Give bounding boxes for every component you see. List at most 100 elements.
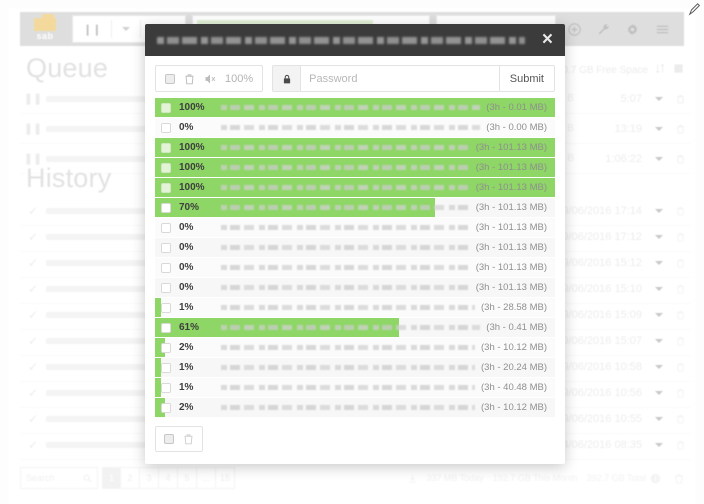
pause-button[interactable]: ❙❙ [73,16,111,42]
row-menu-button[interactable] [648,208,670,213]
file-percent: 1% [179,362,194,373]
file-row[interactable]: 100% (3h - 101.13 MB) [155,158,555,177]
delete-row-button[interactable] [670,206,690,216]
close-icon[interactable]: × [542,30,553,49]
file-checkbox[interactable] [161,122,171,133]
volume-icon[interactable] [204,73,216,85]
file-row[interactable]: 1% (3h - 20.24 MB) [155,358,555,377]
wrench-icon[interactable] [597,23,610,36]
pause-dropdown-button[interactable] [112,16,140,42]
file-row[interactable]: 0% (3h - 101.13 MB) [155,238,555,257]
row-menu-button[interactable] [648,260,670,265]
page-button-1[interactable]: 1 [102,467,121,489]
delete-row-button[interactable] [670,124,690,134]
row-menu-button[interactable] [648,96,670,101]
delete-row-button[interactable] [670,232,690,242]
file-checkbox[interactable] [161,402,171,413]
file-checkbox[interactable] [161,222,171,233]
file-checkbox[interactable] [161,162,171,173]
row-menu-button[interactable] [648,364,670,369]
sort-icon[interactable] [655,63,666,74]
page-button-5[interactable]: 5 [178,467,197,489]
file-row[interactable]: 70% (3h - 101.13 MB) [155,198,555,217]
delete-row-button[interactable] [670,336,690,346]
search-input[interactable]: Search [20,467,98,489]
delete-row-button[interactable] [670,284,690,294]
file-row[interactable]: 0% (3h - 101.13 MB) [155,258,555,277]
delete-row-button[interactable] [670,362,690,372]
row-menu-button[interactable] [648,234,670,239]
file-name [221,345,475,350]
file-checkbox[interactable] [161,322,171,333]
file-row[interactable]: 100% (3h - 101.13 MB) [155,178,555,197]
checkbox-icon[interactable] [164,434,175,444]
file-checkbox[interactable] [161,302,171,313]
file-name [221,125,481,130]
list-view-icon[interactable] [673,63,684,74]
file-checkbox[interactable] [161,262,171,273]
file-meta: (3h - 0.01 MB) [486,102,547,113]
delete-row-button[interactable] [670,414,690,424]
file-checkbox[interactable] [161,202,171,213]
completed-check-icon: ✓ [27,229,39,244]
file-checkbox[interactable] [161,142,171,153]
history-item-date: 09/06/2016 10:55 [556,412,642,425]
file-checkbox[interactable] [161,282,171,293]
delete-row-button[interactable] [670,154,690,164]
info-icon[interactable] [650,473,661,484]
file-checkbox[interactable] [161,362,171,373]
delete-row-button[interactable] [670,388,690,398]
file-meta: (3h - 10.12 MB) [481,342,547,353]
file-row[interactable]: 61% (3h - 0.41 MB) [155,318,555,337]
pause-row-icon[interactable]: ❚❚ [20,92,46,105]
history-item-date: 09/06/2016 15:09 [556,308,642,321]
add-icon[interactable] [568,22,581,36]
file-row[interactable]: 1% (3h - 28.58 MB) [155,298,555,317]
page-button-2[interactable]: 2 [121,467,140,489]
row-menu-button[interactable] [648,390,670,395]
file-row[interactable]: 100% (3h - 0.01 MB) [155,98,555,117]
trash-icon[interactable] [184,73,195,85]
menu-icon[interactable] [655,23,670,36]
file-percent: 1% [179,382,194,393]
file-meta: (3h - 101.13 MB) [475,242,547,253]
row-menu-button[interactable] [648,126,670,131]
submit-button[interactable]: Submit [498,65,555,92]
delete-row-button[interactable] [670,440,690,450]
file-row[interactable]: 2% (3h - 10.12 MB) [155,338,555,357]
file-checkbox[interactable] [161,182,171,193]
pause-row-icon[interactable]: ❚❚ [20,122,46,135]
page-button-3[interactable]: 3 [140,467,159,489]
file-row[interactable]: 1% (3h - 40.48 MB) [155,378,555,397]
trash-icon[interactable] [674,473,684,484]
sabnzbd-logo[interactable]: sab [20,12,66,46]
file-row[interactable]: 0% (3h - 101.13 MB) [155,278,555,297]
row-menu-button[interactable] [648,338,670,343]
file-row[interactable]: 100% (3h - 101.13 MB) [155,138,555,157]
delete-row-button[interactable] [670,94,690,104]
checkbox-icon[interactable] [165,73,175,84]
file-row[interactable]: 0% (3h - 101.13 MB) [155,218,555,237]
chevron-down-icon [655,312,663,317]
page-button-15[interactable]: 15 [216,467,236,489]
history-item-date: 09/06/2016 17:14 [556,204,642,217]
file-row[interactable]: 2% (3h - 10.12 MB) [155,398,555,417]
row-menu-button[interactable] [648,312,670,317]
file-checkbox[interactable] [161,102,171,113]
trash-icon[interactable] [183,433,194,445]
delete-row-button[interactable] [670,258,690,268]
file-checkbox[interactable] [161,342,171,353]
file-row[interactable]: 0% (3h - 0.00 MB) [155,118,555,137]
page-button-4[interactable]: 4 [159,467,178,489]
password-input[interactable]: Password [300,65,499,92]
row-menu-button[interactable] [648,442,670,447]
search-icon[interactable] [83,474,92,483]
row-menu-button[interactable] [648,416,670,421]
queue-title: Queue [26,53,109,83]
row-menu-button[interactable] [648,286,670,291]
delete-row-button[interactable] [670,310,690,320]
gear-icon[interactable] [626,23,639,36]
file-checkbox[interactable] [161,242,171,253]
file-checkbox[interactable] [161,382,171,393]
row-menu-button[interactable] [648,156,670,161]
